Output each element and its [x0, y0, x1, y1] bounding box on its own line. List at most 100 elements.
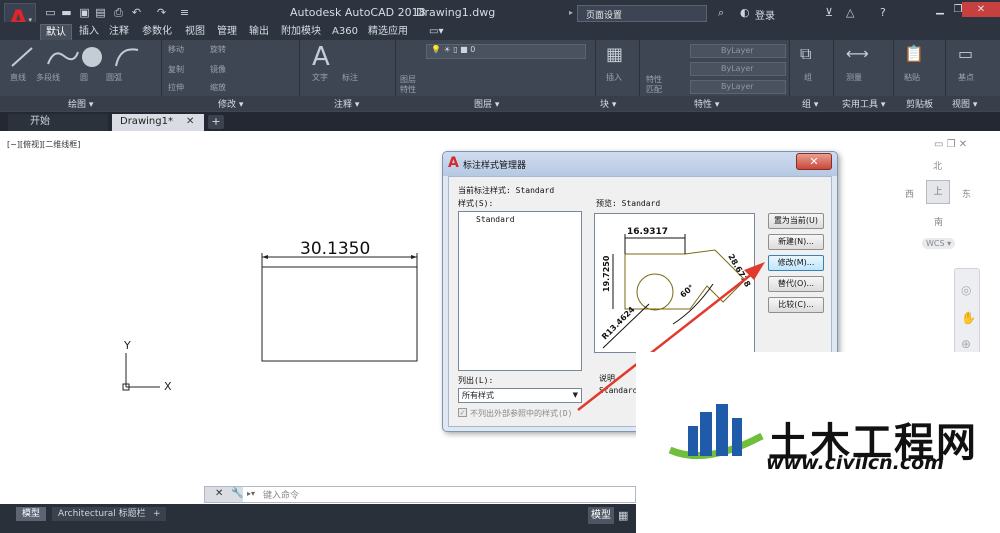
layers-panel-title[interactable]: 图层 ▾ [474, 97, 499, 110]
exclude-xref-checkbox[interactable]: ✓ [458, 408, 467, 417]
measure-tool-label[interactable]: 测量 [846, 72, 862, 83]
copy-tool[interactable]: 复制 [168, 64, 184, 75]
steering-wheel-icon[interactable]: ◎ [961, 283, 971, 297]
viewport-min-button[interactable]: ▭ ❐ ✕ [934, 139, 967, 150]
dialog-close-button[interactable]: ✕ [796, 153, 832, 170]
tab-start[interactable]: 开始 [8, 114, 108, 131]
close-tab-icon[interactable]: ✕ [186, 116, 194, 127]
view-panel-title[interactable]: 视图 ▾ [952, 97, 977, 110]
text-icon[interactable]: A [312, 42, 330, 72]
override-style-button[interactable]: 替代(O)... [768, 276, 824, 292]
new-file-icon[interactable]: ▭ [44, 6, 57, 19]
compare-styles-button[interactable]: 比较(C)... [768, 297, 824, 313]
tab-manage[interactable]: 管理 [212, 24, 242, 40]
tab-a360[interactable]: A360 [327, 24, 363, 40]
insert-tool-label[interactable]: 插入 [606, 72, 622, 83]
color-dropdown[interactable]: ByLayer [690, 44, 786, 58]
tab-architectural-titleblock[interactable]: Architectural 标题栏 [52, 507, 152, 521]
add-layout-button[interactable]: + [150, 507, 166, 521]
viewcube-top-face[interactable]: 上 [926, 180, 950, 204]
viewcube-east[interactable]: 东 [962, 187, 971, 200]
line-tool-label[interactable]: 直线 [10, 72, 26, 83]
list-item[interactable]: Standard [476, 215, 515, 224]
cart-icon[interactable]: ⊻ [825, 6, 833, 19]
list-filter-select[interactable]: 所有样式 ▼ [458, 388, 582, 403]
linetype-dropdown[interactable]: ByLayer [690, 62, 786, 76]
group-tool-label[interactable]: 组 [804, 72, 812, 83]
viewcube-west[interactable]: 西 [905, 187, 914, 200]
basepoint-icon[interactable]: ▭ [958, 44, 973, 63]
utilities-panel-title[interactable]: 实用工具 ▾ [842, 97, 885, 110]
text-tool-label[interactable]: 文字 [312, 72, 328, 83]
polyline-tool-label[interactable]: 多段线 [36, 72, 60, 83]
mirror-tool[interactable]: 镜像 [210, 64, 226, 75]
groups-panel-title[interactable]: 组 ▾ [802, 97, 818, 110]
pan-hand-icon[interactable]: ✋ [961, 311, 976, 325]
tab-addins[interactable]: 附加模块 [276, 24, 326, 40]
search-input[interactable]: ▸ 页面设置 [569, 5, 707, 22]
save-icon[interactable]: ▣ [78, 6, 91, 19]
tab-featured-apps[interactable]: 精选应用 [363, 24, 413, 40]
tab-default[interactable]: 默认 [40, 24, 72, 40]
rotate-tool[interactable]: 旋转 [210, 44, 226, 55]
tab-parametric[interactable]: 参数化 [137, 24, 177, 40]
save-as-icon[interactable]: ▤ [94, 6, 107, 19]
expand-arrow-icon[interactable]: ▸ [569, 8, 573, 17]
command-input[interactable]: 键入命令 [263, 488, 299, 501]
paste-icon[interactable]: 📋 [904, 44, 924, 63]
draw-panel-title[interactable]: 绘图 ▾ [68, 97, 93, 110]
user-icon[interactable]: ◐ [740, 6, 750, 19]
undo-icon[interactable]: ↶ [130, 6, 143, 19]
scale-tool[interactable]: 缩放 [210, 82, 226, 93]
measure-icon[interactable]: ⟷ [846, 44, 869, 63]
tab-view[interactable]: 视图 [180, 24, 210, 40]
set-current-button[interactable]: 置为当前(U) [768, 213, 824, 229]
wcs-dropdown[interactable]: WCS ▾ [922, 238, 956, 249]
zoom-icon[interactable]: ⊕ [961, 337, 971, 351]
grid-icon[interactable]: ▦ [618, 509, 628, 522]
styles-list[interactable]: Standard [458, 211, 582, 371]
close-window-button[interactable]: ✕ [962, 2, 1000, 17]
group-icon[interactable]: ⧉ [800, 44, 811, 64]
paste-tool-label[interactable]: 粘贴 [904, 72, 920, 83]
block-panel-title[interactable]: 块 ▾ [600, 97, 616, 110]
annotation-panel-title[interactable]: 注释 ▾ [334, 97, 359, 110]
new-tab-button[interactable]: + [208, 115, 224, 129]
clipboard-panel-title[interactable]: 剪贴板 [906, 97, 933, 110]
modify-panel-title[interactable]: 修改 ▾ [218, 97, 243, 110]
match-tool-label[interactable]: 匹配 [646, 84, 662, 95]
basepoint-tool-label[interactable]: 基点 [958, 72, 974, 83]
command-line[interactable]: ✕ 🔧 ▸▾ 键入命令 [204, 486, 636, 503]
customize-quick-access-icon[interactable]: ≡ [178, 6, 191, 19]
customize-wrench-icon[interactable]: 🔧 [231, 488, 243, 499]
tab-output[interactable]: 输出 [244, 24, 274, 40]
tab-annotate[interactable]: 注释 [104, 24, 134, 40]
arc-tool-label[interactable]: 圆弧 [106, 72, 122, 83]
tab-more[interactable]: ▭▾ [424, 24, 448, 40]
circle-tool-label[interactable]: 圆 [80, 72, 88, 83]
layer-dropdown[interactable]: 💡 ☀ ▯ ■ 0 [426, 44, 586, 59]
status-model-space[interactable]: 模型 [588, 507, 614, 524]
tab-insert[interactable]: 插入 [74, 24, 104, 40]
properties-panel-title[interactable]: 特性 ▾ [694, 97, 719, 110]
login-button[interactable]: 登录 [755, 7, 775, 22]
dimension-tool-label[interactable]: 标注 [342, 72, 358, 83]
lineweight-dropdown[interactable]: ByLayer [690, 80, 786, 94]
insert-block-icon[interactable]: ▦ [606, 44, 623, 65]
dialog-titlebar[interactable]: A 标注样式管理器 ✕ [443, 152, 837, 176]
modify-style-button[interactable]: 修改(M)... [768, 255, 824, 271]
command-history-icon[interactable]: ▸▾ [247, 489, 255, 498]
tab-model[interactable]: 模型 [16, 507, 47, 521]
viewcube-south[interactable]: 南 [934, 215, 943, 228]
viewcube-north[interactable]: 北 [933, 159, 942, 172]
binoculars-icon[interactable]: ⌕ [718, 6, 724, 19]
draw-tools-icons[interactable] [8, 44, 158, 70]
new-style-button[interactable]: 新建(N)... [768, 234, 824, 250]
a360-icon[interactable]: △ [846, 6, 854, 19]
close-command-icon[interactable]: ✕ [215, 488, 223, 499]
open-file-icon[interactable]: ▬ [60, 6, 73, 19]
move-tool[interactable]: 移动 [168, 44, 184, 55]
help-button[interactable]: ? [880, 6, 886, 19]
plot-icon[interactable]: ⎙ [112, 6, 125, 19]
navigation-bar[interactable]: ◎ ✋ ⊕ [954, 268, 980, 358]
